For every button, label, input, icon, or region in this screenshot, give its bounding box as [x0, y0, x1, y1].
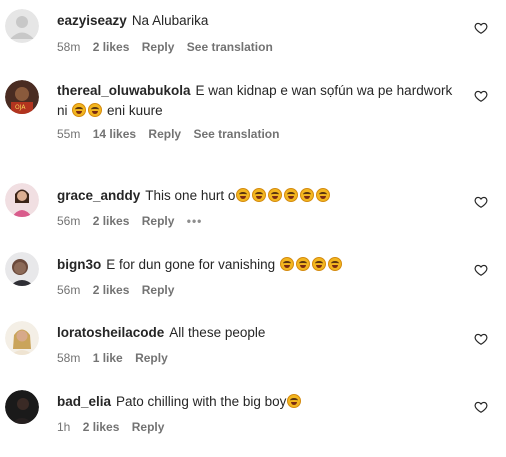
comment-username[interactable]: bad_elia: [57, 394, 111, 409]
comment-body: E for dun gone for vanishing: [106, 257, 276, 272]
comment-likes[interactable]: 1 like: [93, 351, 123, 365]
reply-button[interactable]: Reply: [148, 127, 181, 141]
comment-time: 58m: [57, 351, 81, 365]
comment-body: This one hurt o: [145, 188, 236, 203]
comment-meta: 55m 14 likes Reply See translation: [57, 127, 288, 141]
comment-body: All these people: [169, 325, 266, 340]
heart-icon[interactable]: [474, 89, 488, 103]
laughing-tears-emoji-icon: [287, 394, 302, 408]
comment-meta: 1h 2 likes Reply: [57, 420, 173, 434]
comment-username[interactable]: bign3o: [57, 257, 101, 272]
comment-meta: 58m 2 likes Reply See translation: [57, 40, 282, 54]
comment-username[interactable]: thereal_oluwabukola: [57, 83, 191, 98]
reply-button[interactable]: Reply: [142, 214, 175, 228]
avatar[interactable]: [5, 321, 39, 355]
comment-text: bign3o E for dun gone for vanishing: [57, 255, 457, 275]
laughing-tears-emoji-icon: [316, 188, 331, 202]
comment-body: Pato chilling with the big boy: [116, 394, 287, 409]
comment-meta: 56m 2 likes Reply •••: [57, 214, 211, 228]
comment-text: eazyiseazy Na Alubarika: [57, 11, 457, 31]
laughing-tears-emoji-icon: [279, 257, 294, 271]
laughing-tears-emoji-icon: [88, 103, 103, 117]
heart-icon[interactable]: [474, 332, 488, 346]
comment-text: thereal_oluwabukola E wan kidnap e wan sọ…: [57, 81, 457, 121]
comment-text: loratosheilacode All these people: [57, 323, 457, 343]
heart-icon[interactable]: [474, 400, 488, 414]
comment-time: 1h: [57, 420, 71, 434]
comment-meta: 56m 2 likes Reply: [57, 283, 183, 297]
more-options-icon[interactable]: •••: [187, 214, 203, 228]
svg-text:OJA: OJA: [15, 104, 26, 111]
laughing-tears-emoji-icon: [311, 257, 326, 271]
laughing-tears-emoji-icon: [236, 188, 251, 202]
heart-icon[interactable]: [474, 263, 488, 277]
comment-time: 56m: [57, 283, 81, 297]
comment-username[interactable]: loratosheilacode: [57, 325, 164, 340]
heart-icon[interactable]: [474, 195, 488, 209]
reply-button[interactable]: Reply: [135, 351, 168, 365]
comment-likes[interactable]: 2 likes: [93, 40, 130, 54]
comment-body: Na Alubarika: [131, 13, 209, 28]
comment-time: 55m: [57, 127, 81, 141]
avatar[interactable]: [5, 390, 39, 424]
comment-username[interactable]: grace_anddy: [57, 188, 140, 203]
avatar[interactable]: [5, 252, 39, 286]
laughing-tears-emoji-icon: [268, 188, 283, 202]
reply-button[interactable]: Reply: [132, 420, 165, 434]
comment-likes[interactable]: 2 likes: [93, 283, 130, 297]
laughing-tears-emoji-icon: [295, 257, 310, 271]
laughing-tears-emoji-icon: [72, 103, 87, 117]
reply-button[interactable]: Reply: [142, 40, 175, 54]
avatar[interactable]: [5, 9, 39, 43]
comment-username[interactable]: eazyiseazy: [57, 13, 127, 28]
comment-time: 58m: [57, 40, 81, 54]
avatar[interactable]: [5, 183, 39, 217]
see-translation-button[interactable]: See translation: [187, 40, 273, 54]
laughing-tears-emoji-icon: [300, 188, 315, 202]
see-translation-button[interactable]: See translation: [193, 127, 279, 141]
laughing-tears-emoji-icon: [327, 257, 342, 271]
laughing-tears-emoji-icon: [284, 188, 299, 202]
comment-likes[interactable]: 2 likes: [93, 214, 130, 228]
reply-button[interactable]: Reply: [142, 283, 175, 297]
avatar[interactable]: OJA: [5, 80, 39, 114]
heart-icon[interactable]: [474, 21, 488, 35]
comment-meta: 58m 1 like Reply: [57, 351, 177, 365]
comment-likes[interactable]: 14 likes: [93, 127, 136, 141]
comment-likes[interactable]: 2 likes: [83, 420, 120, 434]
comment-text: grace_anddy This one hurt o: [57, 186, 457, 206]
comment-text: bad_elia Pato chilling with the big boy: [57, 392, 457, 412]
comment-time: 56m: [57, 214, 81, 228]
laughing-tears-emoji-icon: [252, 188, 267, 202]
comment-body-end: eni kuure: [107, 103, 163, 118]
